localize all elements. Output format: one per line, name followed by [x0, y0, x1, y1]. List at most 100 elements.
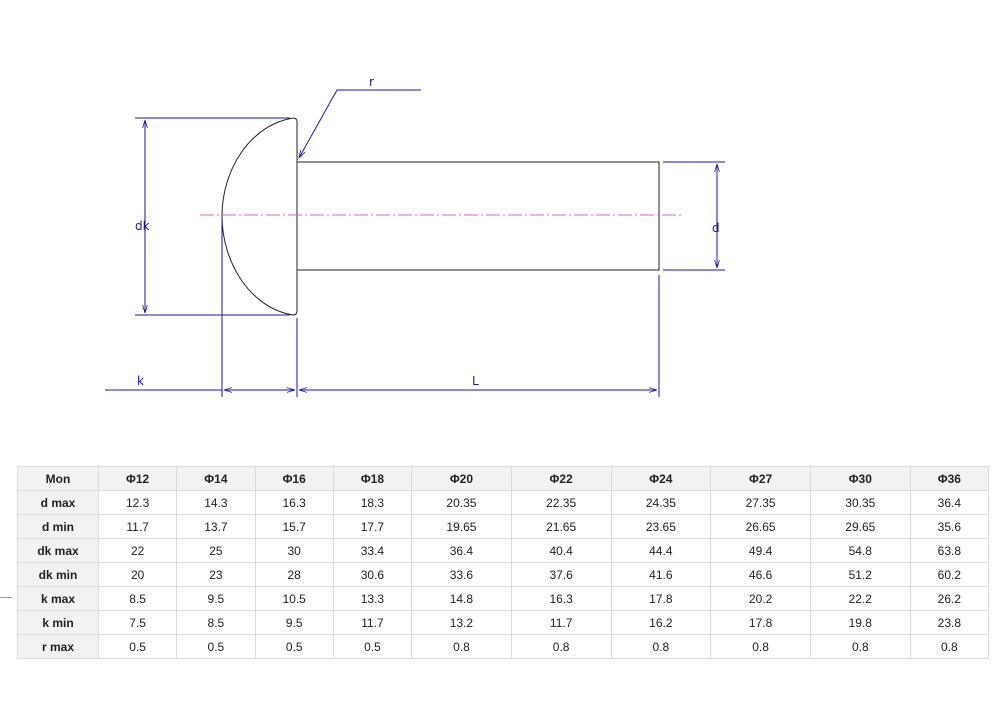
table-cell: 9.5 — [254, 610, 334, 635]
table-cell: 27.35 — [710, 490, 811, 515]
table-cell: 22.35 — [510, 490, 612, 515]
rivet-drawing: r dk d k L — [105, 75, 725, 397]
table-cell: 33.6 — [411, 562, 512, 587]
table-cell: 36.4 — [411, 538, 512, 563]
table-cell: 63.8 — [909, 538, 990, 563]
table-row: d max 12.3 14.3 16.3 18.3 20.35 22.35 24.35 27.3… — [17, 490, 990, 515]
table-cell: 13.2 — [411, 610, 512, 635]
label-r: r — [369, 75, 374, 89]
table-cell: 0.8 — [610, 634, 712, 659]
table-cell: 8.5 — [176, 610, 256, 635]
table-cell: 0.8 — [710, 634, 811, 659]
table-cell: 30.6 — [332, 562, 413, 587]
table-cell: 23.8 — [909, 610, 990, 635]
row-label: dk min — [17, 562, 99, 587]
dimension-lines — [105, 89, 725, 397]
table-cell: 20.2 — [710, 586, 811, 611]
column-header: Φ24 — [610, 466, 712, 491]
row-label: r max — [17, 634, 99, 659]
table-cell: 36.4 — [909, 490, 990, 515]
table-cell: 14.8 — [411, 586, 512, 611]
table-cell: 16.2 — [610, 610, 712, 635]
table-cell: 13.3 — [332, 586, 413, 611]
table-cell: 12.3 — [97, 490, 178, 515]
table-row: k max 8.5 9.5 10.5 13.3 14.8 16.3 17.8 20.2 22.2 2… — [17, 586, 990, 611]
table-cell: 23.65 — [610, 514, 712, 539]
table-cell: 17.8 — [610, 586, 712, 611]
table-cell: 0.5 — [97, 634, 178, 659]
table-cell: 46.6 — [710, 562, 811, 587]
table-cell: 11.7 — [332, 610, 413, 635]
table-cell: 22.2 — [809, 586, 911, 611]
table-cell: 0.8 — [510, 634, 612, 659]
row-label: d min — [17, 514, 99, 539]
table-cell: 16.3 — [510, 586, 612, 611]
table-row: d min 11.7 13.7 15.7 17.7 19.65 21.65 23.65 26.6… — [17, 514, 990, 539]
table-cell: 16.3 — [254, 490, 334, 515]
table-cell: 35.6 — [909, 514, 990, 539]
table-cell: 33.4 — [332, 538, 413, 563]
table-cell: 20.35 — [411, 490, 512, 515]
table-row: dk max 22 25 30 33.4 36.4 40.4 44.4 49.4 54.8 63.8 — [17, 538, 990, 563]
column-header: Mon — [17, 466, 99, 491]
row-label: k max — [17, 586, 99, 611]
table-cell: 19.65 — [411, 514, 512, 539]
table-cell: 0.5 — [332, 634, 413, 659]
label-d: d — [712, 221, 720, 235]
table-row: r max 0.5 0.5 0.5 0.5 0.8 0.8 0.8 0.8 0.8 0.8 — [17, 634, 990, 659]
table-row: dk min 20 23 28 30.6 33.6 37.6 41.6 46.6 51.2 60.2 — [17, 562, 990, 587]
table-cell: 26.65 — [710, 514, 811, 539]
table-cell: 49.4 — [710, 538, 811, 563]
table-cell: 25 — [176, 538, 256, 563]
column-header: Φ27 — [710, 466, 811, 491]
dimension-table: Mon Φ12 Φ14 Φ16 Φ18 Φ20 Φ22 Φ24 Φ27 Φ30 Φ36 d max 1… — [17, 466, 990, 659]
table-cell: 28 — [254, 562, 334, 587]
row-label: dk max — [17, 538, 99, 563]
table-cell: 37.6 — [510, 562, 612, 587]
table-cell: 30.35 — [809, 490, 911, 515]
column-header: Φ22 — [510, 466, 612, 491]
table-cell: 24.35 — [610, 490, 712, 515]
column-header: Φ12 — [97, 466, 178, 491]
table-cell: 51.2 — [809, 562, 911, 587]
table-cell: 22 — [97, 538, 178, 563]
column-header: Φ36 — [909, 466, 990, 491]
table-cell: 44.4 — [610, 538, 712, 563]
column-header: Φ20 — [411, 466, 512, 491]
table-cell: 15.7 — [254, 514, 334, 539]
table-cell: 30 — [254, 538, 334, 563]
table-cell: 8.5 — [97, 586, 178, 611]
column-header: Φ16 — [254, 466, 334, 491]
table-cell: 7.5 — [97, 610, 178, 635]
column-header: Φ30 — [809, 466, 911, 491]
table-cell: 18.3 — [332, 490, 413, 515]
label-dk: dk — [135, 219, 150, 233]
table-cell: 17.7 — [332, 514, 413, 539]
table-cell: 19.8 — [809, 610, 911, 635]
table-cell: 54.8 — [809, 538, 911, 563]
table-cell: 0.8 — [909, 634, 990, 659]
table-cell: 13.7 — [176, 514, 256, 539]
table-cell: 23 — [176, 562, 256, 587]
table-cell: 0.5 — [254, 634, 334, 659]
table-cell: 9.5 — [176, 586, 256, 611]
table-cell: 14.3 — [176, 490, 256, 515]
table-cell: 20 — [97, 562, 178, 587]
table-cell: 26.2 — [909, 586, 990, 611]
label-L: L — [472, 374, 479, 388]
table-cell: 0.8 — [809, 634, 911, 659]
table-cell: 0.5 — [176, 634, 256, 659]
row-label: k min — [17, 610, 99, 635]
table-header-row: Mon Φ12 Φ14 Φ16 Φ18 Φ20 Φ22 Φ24 Φ27 Φ30 Φ36 — [17, 466, 990, 491]
rivet-outline — [221, 117, 660, 316]
table-cell: 11.7 — [510, 610, 612, 635]
table-cell: 11.7 — [97, 514, 178, 539]
table-cell: 60.2 — [909, 562, 990, 587]
row-label: d max — [17, 490, 99, 515]
table-cell: 29.65 — [809, 514, 911, 539]
table-cell: 17.8 — [710, 610, 811, 635]
table-cell: 0.8 — [411, 634, 512, 659]
label-k: k — [137, 374, 144, 388]
stray-line — [0, 597, 12, 598]
table-cell: 40.4 — [510, 538, 612, 563]
